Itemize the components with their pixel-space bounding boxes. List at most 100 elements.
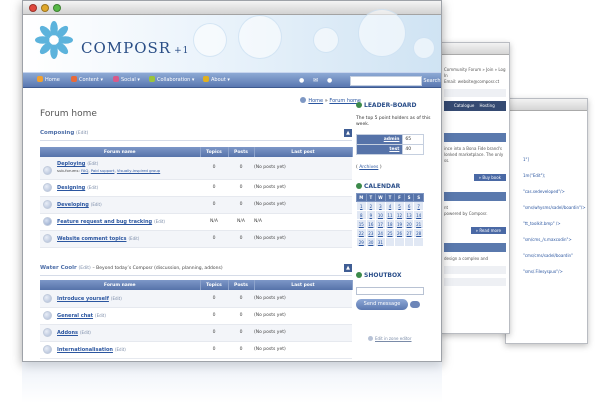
nav-about[interactable]: About ▾	[203, 76, 230, 83]
calendar-day[interactable]: 11	[384, 210, 396, 220]
site-header: COMPOSR +1	[23, 9, 441, 72]
calendar-day[interactable]: 4	[384, 201, 396, 211]
background-window-row	[444, 278, 506, 286]
category-divider	[40, 140, 352, 141]
background-window-tabs: Catalogue Hosting	[444, 101, 506, 111]
send-message-button[interactable]: Send message	[356, 299, 420, 310]
forum-link-deploying[interactable]: Deploying	[57, 161, 85, 167]
forum-link-designing[interactable]: Designing	[57, 185, 85, 191]
calendar-day[interactable]: 2	[365, 201, 377, 211]
calendar-day[interactable]: 21	[413, 219, 424, 229]
forum-edit-link[interactable]: (Edit)	[87, 185, 98, 190]
calendar-day[interactable]: 7	[413, 201, 424, 211]
calendar-day[interactable]: 31	[375, 237, 386, 247]
calendar-day[interactable]: 23	[365, 228, 377, 238]
forum-link-developing[interactable]: Developing	[57, 202, 89, 208]
shoutbox-toggle-icon[interactable]	[410, 301, 420, 308]
user-icon[interactable]: ●	[299, 77, 304, 84]
brand-suffix: +1	[174, 46, 190, 56]
calendar-day[interactable]: 16	[365, 219, 377, 229]
forum-edit-link[interactable]: (Edit)	[80, 330, 91, 335]
shoutbox-message-input[interactable]	[356, 287, 424, 295]
leaderboard-user-link[interactable]: test	[355, 144, 404, 155]
calendar-day[interactable]: 20	[403, 219, 415, 229]
calendar-day[interactable]: 9	[365, 210, 377, 220]
close-window-icon[interactable]	[29, 4, 37, 12]
minimize-window-icon[interactable]	[41, 4, 49, 12]
background-window-section	[444, 243, 506, 252]
calendar-day[interactable]: 24	[375, 228, 386, 238]
calendar-day[interactable]: 5	[394, 201, 405, 211]
composr-logo-icon[interactable]	[35, 21, 73, 59]
calendar-day[interactable]: 22	[356, 228, 367, 238]
category-edit-link[interactable]: (Edit)	[76, 131, 88, 136]
calendar-day[interactable]: 1	[356, 201, 367, 211]
brand-name: COMPOSR	[81, 39, 172, 57]
archives-close-paren: )	[379, 165, 382, 170]
leaderboard-user-link[interactable]: admin	[355, 134, 404, 145]
search-button[interactable]: Search	[422, 76, 441, 86]
nav-collaboration[interactable]: Collaboration ▾	[149, 76, 194, 83]
buy-book-button[interactable]: » Buy book	[473, 174, 506, 181]
forum-link-introduce-yourself[interactable]: Introduce yourself	[57, 296, 109, 302]
archives-link[interactable]: Archives	[359, 165, 378, 170]
calendar-day[interactable]: 17	[375, 219, 386, 229]
calendar-day[interactable]: 30	[365, 237, 377, 247]
calendar-day[interactable]: 6	[403, 201, 415, 211]
notifications-icon[interactable]: ●	[327, 77, 332, 84]
calendar-day[interactable]: 15	[356, 219, 367, 229]
table-row: Deploying (Edit) sub-forums: FAQ, Paid su…	[40, 157, 352, 180]
forum-edit-link[interactable]: (Edit)	[111, 296, 122, 301]
calendar-day[interactable]: 3	[375, 201, 386, 211]
forum-edit-link[interactable]: (Edit)	[128, 236, 139, 241]
background-window-code-lines: 1"] 1m("Edit"); "cas.sedeveloped"/> "sms/wh…	[506, 111, 587, 275]
nav-content[interactable]: Content ▾	[71, 76, 103, 83]
collapse-icon[interactable]: ▲	[344, 264, 352, 272]
calendar-day[interactable]: 27	[403, 228, 415, 238]
nav-social[interactable]: Social ▾	[113, 76, 140, 83]
mail-icon[interactable]: ✉	[313, 77, 318, 84]
forum-link-website-comment-topics[interactable]: Website comment topics	[57, 236, 126, 242]
forum-edit-link[interactable]: (Edit)	[91, 202, 102, 207]
subforum-link-visually-inspired-group[interactable]: Visually-inspired group	[117, 168, 160, 173]
site-brand-name[interactable]: COMPOSR +1	[81, 39, 189, 57]
forum-link-addons[interactable]: Addons	[57, 330, 78, 336]
calendar-day[interactable]: 18	[384, 219, 396, 229]
calendar-day[interactable]: 12	[394, 210, 405, 220]
forum-edit-link[interactable]: (Edit)	[95, 313, 106, 318]
forum-edit-link[interactable]: (Edit)	[115, 347, 126, 352]
calendar-day[interactable]: 26	[394, 228, 405, 238]
calendar-day[interactable]: 13	[403, 210, 415, 220]
subforum-link-faq[interactable]: FAQ	[81, 168, 88, 173]
forum-icon	[43, 183, 52, 192]
forum-cell: Developing (Edit)	[40, 196, 200, 214]
calendar-day[interactable]: 10	[375, 210, 386, 220]
calendar-day[interactable]: 8	[356, 210, 367, 220]
forum-link-feature-request[interactable]: Feature request and bug tracking	[57, 219, 152, 225]
category-name[interactable]: Composing	[40, 130, 74, 136]
nav-home[interactable]: Home	[37, 76, 60, 83]
calendar-day[interactable]: 28	[413, 228, 424, 238]
forum-link-general-chat[interactable]: General chat	[57, 313, 93, 319]
collapse-icon[interactable]: ▲	[344, 129, 352, 137]
maximize-window-icon[interactable]	[53, 4, 61, 12]
category-edit-link[interactable]: (Edit)	[79, 266, 91, 271]
forum-edit-link[interactable]: (Edit)	[87, 161, 98, 166]
calendar-day[interactable]: 25	[384, 228, 396, 238]
calendar-day[interactable]: 19	[394, 219, 405, 229]
calendar-day[interactable]: 14	[413, 210, 424, 220]
table-row: Designing (Edit) 0 0 (No posts yet)	[40, 179, 352, 197]
category-name[interactable]: Water Coolr	[40, 265, 77, 271]
breadcrumb-home-link[interactable]: Home	[308, 98, 323, 104]
search-input[interactable]	[350, 76, 422, 86]
forum-table-composing: Forum name Topics Posts Last post Deploy…	[40, 147, 353, 248]
background-window-text: design a complex and	[444, 256, 489, 261]
subforum-link-paid-support[interactable]: Paid support	[91, 168, 115, 173]
read-more-button[interactable]: » Read more	[470, 227, 506, 234]
calendar-day[interactable]: 29	[356, 237, 367, 247]
forum-link-internationalisation[interactable]: Internationalisation	[57, 347, 113, 353]
forum-edit-link[interactable]: (Edit)	[154, 219, 165, 224]
edit-in-zone-editor-link[interactable]: Edit in zone editor	[368, 336, 412, 341]
posts-count: 0	[228, 230, 254, 248]
nav-label: Collaboration ▾	[157, 77, 195, 83]
